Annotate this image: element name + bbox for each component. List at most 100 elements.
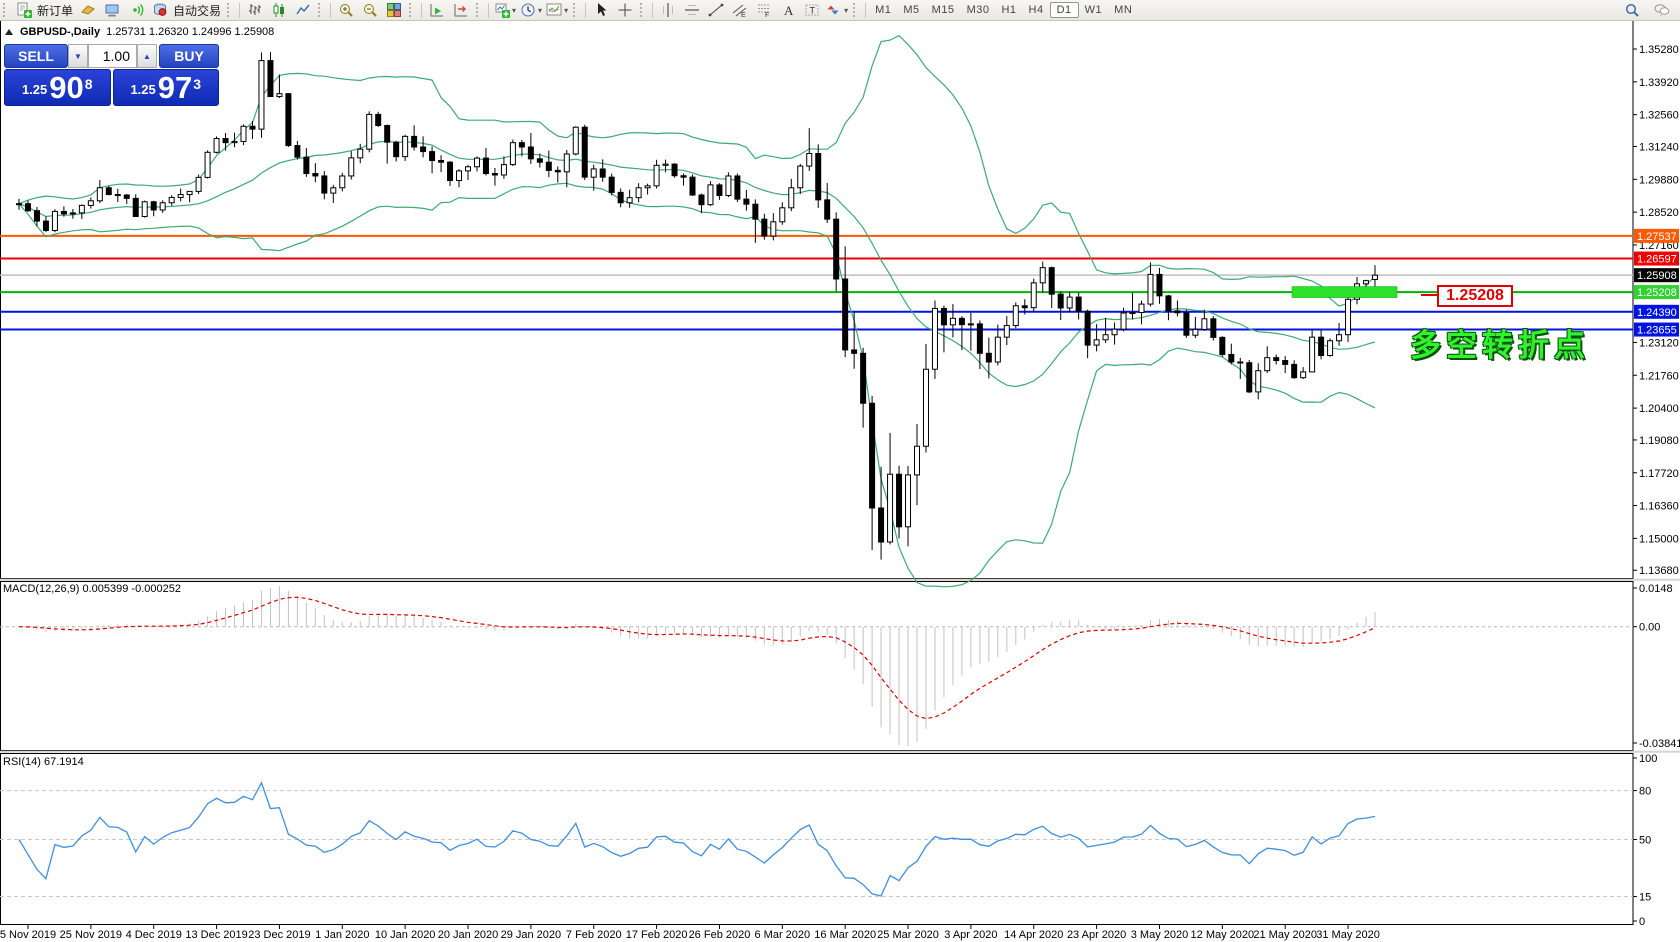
price-axis[interactable]: 1.352801.339201.325601.312401.298801.285… [1633,44,1679,577]
text-label-button[interactable]: T [800,1,824,19]
svg-text:17 Feb 2020: 17 Feb 2020 [626,929,688,941]
svg-text:7 Feb 2020: 7 Feb 2020 [566,929,622,941]
svg-text:0.0148: 0.0148 [1639,583,1673,595]
timeframe-d1-button[interactable]: D1 [1050,2,1079,18]
indicators-button[interactable]: ▾ [544,1,570,19]
svg-text:1.20400: 1.20400 [1639,403,1679,415]
rsi-axis[interactable]: 1008050150 [1633,753,1657,928]
signals-button[interactable] [124,1,148,19]
metaeditor-button[interactable] [76,1,100,19]
indicators-icon [546,2,562,18]
candlestick-chart-icon [271,2,287,18]
hline-button[interactable] [680,1,704,19]
terminal-button[interactable] [100,1,124,19]
svg-text:25 Mar 2020: 25 Mar 2020 [877,929,939,941]
crosshair-icon [617,2,633,18]
period-icon [520,2,536,18]
new-chart-button[interactable]: ▾ [492,1,518,19]
zoom-out-icon [362,2,378,18]
timeframe-m5-button[interactable]: M5 [897,2,925,18]
text-label-icon: T [804,2,820,18]
new-order-label: 新订单 [37,2,73,19]
chart-canvas[interactable]: 1.352801.339201.325601.312401.298801.285… [0,0,1680,942]
turning-point-annotation[interactable]: 多空转折点 [1410,320,1590,365]
toolbar-grip [3,3,9,17]
sell-button[interactable]: SELL [4,44,68,68]
buy-price-big: 97 [158,73,192,103]
toolbar-separator [585,3,586,18]
fibonacci-icon: F [756,2,772,18]
price-callout-label[interactable]: 1.25208 [1437,285,1513,307]
svg-text:23 Apr 2020: 23 Apr 2020 [1067,929,1126,941]
line-chart-button[interactable] [291,1,315,19]
svg-text:1.24390: 1.24390 [1637,307,1677,319]
svg-text:1.31240: 1.31240 [1639,142,1679,154]
zoom-in-icon [338,2,354,18]
toolbar-grip [227,3,233,17]
svg-text:1.21760: 1.21760 [1639,370,1679,382]
hline-icon [684,2,700,18]
buy-button[interactable]: BUY [159,44,219,68]
timeframe-h4-button[interactable]: H4 [1023,2,1050,18]
sell-price-big: 90 [49,73,83,103]
svg-text:-0.038415: -0.038415 [1639,738,1680,750]
new-order-button[interactable] [12,1,36,19]
chart-shift-icon [453,2,469,18]
svg-text:10 Jan 2020: 10 Jan 2020 [375,929,436,941]
svg-text:50: 50 [1639,835,1651,847]
chat-button[interactable] [1650,1,1674,19]
volume-increase-button[interactable]: ▲ [137,44,157,68]
support-highlight-bar[interactable] [1292,287,1397,298]
volume-decrease-button[interactable]: ▼ [68,44,88,68]
tile-windows-button[interactable] [382,1,406,19]
buy-price-display[interactable]: 1.25 97 3 [113,69,220,106]
zoom-out-button[interactable] [358,1,382,19]
cursor-button[interactable] [589,1,613,19]
volume-input[interactable]: 1.00 [88,44,137,68]
svg-text:1.25908: 1.25908 [1637,270,1677,282]
callout-connector-line [1421,294,1437,296]
timeframe-m15-button[interactable]: M15 [926,2,961,18]
auto-scroll-button[interactable] [425,1,449,19]
text-button[interactable]: A [776,1,800,19]
macd-axis[interactable]: 0.01480.00-0.038415 [1633,583,1680,750]
timeframe-h1-button[interactable]: H1 [995,2,1022,18]
svg-text:29 Jan 2020: 29 Jan 2020 [501,929,562,941]
cursor-icon [593,2,609,18]
toolbar-separator [865,3,866,18]
buy-price-sup: 3 [193,77,201,91]
autotrading-button[interactable] [148,1,172,19]
arrows-button[interactable]: ▾ [824,1,850,19]
chevron-down-icon: ▾ [844,6,848,15]
collapse-triangle-icon[interactable] [5,29,13,35]
fibonacci-button[interactable]: F [752,1,776,19]
sell-price-display[interactable]: 1.25 90 8 [4,69,111,106]
svg-text:1.25208: 1.25208 [1637,287,1677,299]
svg-text:1.27537: 1.27537 [1637,231,1677,243]
chart-shift-button[interactable] [449,1,473,19]
svg-text:100: 100 [1639,753,1657,765]
timeframe-m30-button[interactable]: M30 [961,2,996,18]
toolbar-grip [640,3,646,17]
toolbar: 新订单自动交易▾▾▾EFAT▾M1M5M15M30H1H4D1W1MN [0,0,1680,21]
chevron-down-icon: ▾ [512,6,516,15]
zoom-in-button[interactable] [334,1,358,19]
timeframe-mn-button[interactable]: MN [1108,2,1138,18]
trendline-button[interactable] [704,1,728,19]
svg-text:1.29880: 1.29880 [1639,174,1679,186]
bars-chart-button[interactable] [243,1,267,19]
terminal-icon [104,2,120,18]
svg-text:15: 15 [1639,892,1651,904]
candlestick-chart-button[interactable] [267,1,291,19]
svg-text:F: F [765,12,769,18]
channel-button[interactable]: E [728,1,752,19]
vline-button[interactable] [656,1,680,19]
arrows-icon [826,2,842,18]
date-axis[interactable]: 5 Nov 201925 Nov 20194 Dec 201913 Dec 20… [0,925,1380,942]
crosshair-button[interactable] [613,1,637,19]
timeframe-m1-button[interactable]: M1 [869,2,897,18]
buy-price-prefix: 1.25 [130,77,155,103]
search-button[interactable] [1620,1,1644,19]
timeframe-w1-button[interactable]: W1 [1079,2,1109,18]
period-button[interactable]: ▾ [518,1,544,19]
